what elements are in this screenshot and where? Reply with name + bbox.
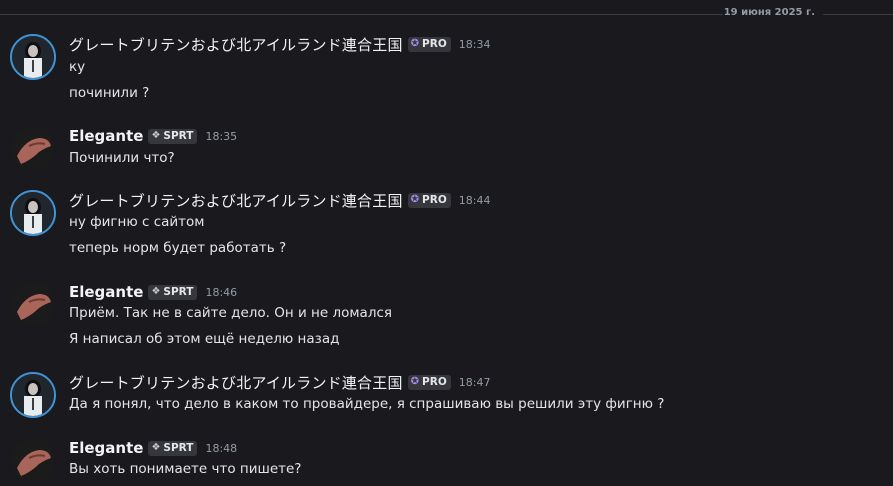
user-avatar-icon bbox=[12, 374, 54, 416]
username[interactable]: Elegante bbox=[69, 283, 143, 301]
avatar[interactable] bbox=[11, 282, 55, 326]
feather-icon: ✪ bbox=[410, 194, 420, 205]
message-text: Да я понял, что дело в каком то провайде… bbox=[69, 396, 665, 412]
sprt-badge[interactable]: ❖ SPRT bbox=[148, 128, 198, 144]
diamond-support-icon: ❖ bbox=[151, 286, 161, 297]
message-text: ну фигню с сайтом bbox=[69, 214, 205, 230]
username[interactable]: グレートブリテンおよび北アイルランド連合王国 bbox=[69, 34, 403, 55]
user-avatar-icon bbox=[12, 36, 54, 78]
message-text: Починили что? bbox=[69, 150, 175, 166]
avatar[interactable] bbox=[11, 126, 55, 170]
timestamp[interactable]: 18:48 bbox=[205, 442, 237, 455]
badge-label: PRO bbox=[422, 194, 447, 206]
username[interactable]: グレートブリテンおよび北アイルランド連合王国 bbox=[69, 372, 403, 393]
user-avatar-icon bbox=[12, 192, 54, 234]
user-avatar-icon bbox=[11, 282, 55, 326]
avatar[interactable] bbox=[11, 438, 55, 482]
badge-label: SPRT bbox=[163, 442, 194, 454]
message-text: Вы хоть понимаете что пишете? bbox=[69, 461, 302, 477]
timestamp[interactable]: 18:34 bbox=[459, 38, 491, 51]
timestamp[interactable]: 18:47 bbox=[459, 376, 491, 389]
timestamp[interactable]: 18:46 bbox=[205, 286, 237, 299]
chat-log: 19 июня 2025 г. グレートブリテンおよび北アイルランド連合王国 ✪… bbox=[0, 0, 893, 486]
divider-line bbox=[823, 14, 893, 15]
badge-label: SPRT bbox=[163, 286, 194, 298]
message-text: Приём. Так не в сайте дело. Он и не лома… bbox=[69, 305, 392, 321]
user-avatar-icon bbox=[11, 126, 55, 170]
message-header: グレートブリテンおよび北アイルランド連合王国 ✪ PRO 18:47 bbox=[69, 372, 490, 392]
avatar[interactable] bbox=[10, 34, 56, 80]
message-header: Elegante ❖ SPRT 18:48 bbox=[69, 438, 237, 458]
pro-badge[interactable]: ✪ PRO bbox=[407, 36, 451, 52]
message-text: починили ? bbox=[69, 85, 150, 101]
avatar[interactable] bbox=[10, 372, 56, 418]
message-text: Я написал об этом ещё неделю назад bbox=[69, 331, 340, 347]
user-avatar-icon bbox=[11, 438, 55, 482]
pro-badge[interactable]: ✪ PRO bbox=[407, 192, 451, 208]
timestamp[interactable]: 18:44 bbox=[459, 194, 491, 207]
badge-label: SPRT bbox=[163, 130, 194, 142]
pro-badge[interactable]: ✪ PRO bbox=[407, 374, 451, 390]
date-divider: 19 июня 2025 г. bbox=[0, 6, 893, 22]
message-header: グレートブリテンおよび北アイルランド連合王国 ✪ PRO 18:44 bbox=[69, 190, 490, 210]
date-label: 19 июня 2025 г. bbox=[723, 7, 815, 18]
message-header: グレートブリテンおよび北アイルランド連合王国 ✪ PRO 18:34 bbox=[69, 34, 490, 54]
sprt-badge[interactable]: ❖ SPRT bbox=[148, 284, 198, 300]
feather-icon: ✪ bbox=[410, 38, 420, 49]
username[interactable]: Elegante bbox=[69, 127, 143, 145]
badge-label: PRO bbox=[422, 38, 447, 50]
divider-line bbox=[0, 14, 723, 15]
diamond-support-icon: ❖ bbox=[151, 442, 161, 453]
badge-label: PRO bbox=[422, 376, 447, 388]
sprt-badge[interactable]: ❖ SPRT bbox=[148, 440, 198, 456]
username[interactable]: グレートブリテンおよび北アイルランド連合王国 bbox=[69, 190, 403, 211]
message-header: Elegante ❖ SPRT 18:46 bbox=[69, 282, 237, 302]
feather-icon: ✪ bbox=[410, 376, 420, 387]
avatar[interactable] bbox=[10, 190, 56, 236]
message-header: Elegante ❖ SPRT 18:35 bbox=[69, 126, 237, 146]
message-text: теперь норм будет работать ? bbox=[69, 240, 287, 256]
username[interactable]: Elegante bbox=[69, 439, 143, 457]
diamond-support-icon: ❖ bbox=[151, 130, 161, 141]
message-text: ку bbox=[69, 59, 86, 75]
timestamp[interactable]: 18:35 bbox=[205, 130, 237, 143]
